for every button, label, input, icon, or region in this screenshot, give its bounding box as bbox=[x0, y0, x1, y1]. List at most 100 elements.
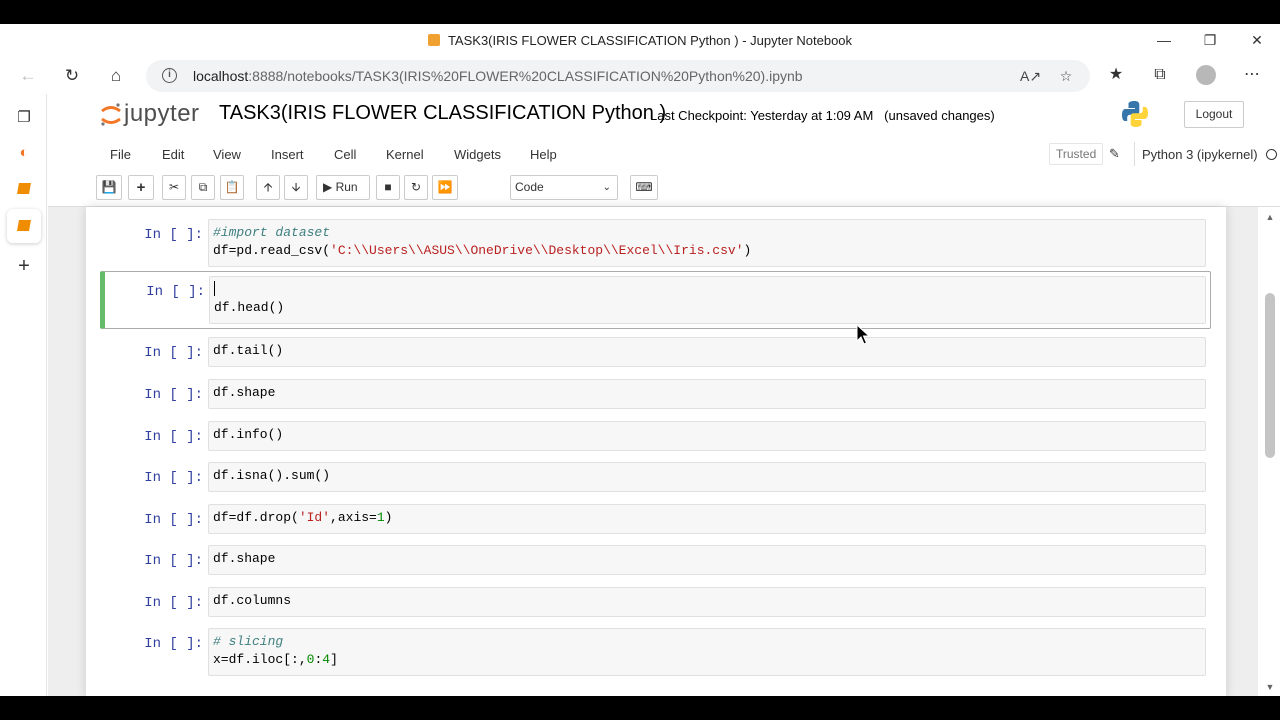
browser-window: TASK3(IRIS FLOWER CLASSIFICATION Python … bbox=[0, 24, 1280, 696]
checkpoint-status: Last Checkpoint: Yesterday at 1:09 AM (u… bbox=[650, 108, 995, 123]
restart-run-all-button[interactable]: ⏩ bbox=[432, 175, 458, 200]
menu-kernel[interactable]: Kernel bbox=[386, 147, 424, 162]
code-line: # slicing bbox=[213, 634, 284, 649]
favorites-icon[interactable]: ★ bbox=[1105, 64, 1127, 86]
tab-actions-icon[interactable]: ❐ bbox=[12, 106, 36, 130]
jupyter-tab-icon[interactable]: ◐ bbox=[12, 141, 36, 165]
insert-cell-button[interactable]: + bbox=[128, 175, 154, 200]
code-line: df.columns bbox=[213, 593, 292, 608]
jupyter-header: jupyter TASK3(IRIS FLOWER CLASSIFICATION… bbox=[48, 94, 1280, 136]
command-palette-button[interactable]: ⌨ bbox=[630, 175, 658, 200]
code-cell[interactable]: In [ ]: #import dataset df=pd.read_csv('… bbox=[98, 219, 1210, 267]
code-cell[interactable]: In [ ]: df.info() bbox=[98, 421, 1210, 451]
code-cell[interactable]: In [ ]: df=df.drop('Id',axis=1) bbox=[98, 504, 1210, 534]
paste-button[interactable]: 📋 bbox=[220, 175, 244, 200]
menu-cell[interactable]: Cell bbox=[334, 147, 356, 162]
collections-icon[interactable]: ⧉ bbox=[1149, 64, 1171, 86]
copy-button[interactable]: ⧉ bbox=[191, 175, 215, 200]
code-cell[interactable]: In [ ]: df.tail() bbox=[98, 337, 1210, 367]
code-cell[interactable]: In [ ]: df.isna().sum() bbox=[98, 462, 1210, 492]
scroll-up-icon[interactable]: ▲ bbox=[1264, 211, 1276, 223]
jupyter-favicon-icon bbox=[427, 34, 440, 46]
jupyter-logo-icon bbox=[101, 103, 121, 126]
code-editor[interactable]: #import dataset df=pd.read_csv('C:\\User… bbox=[208, 219, 1206, 267]
code-editor[interactable]: df.shape bbox=[208, 545, 1206, 575]
menu-edit[interactable]: Edit bbox=[162, 147, 184, 162]
menu-view[interactable]: View bbox=[213, 147, 241, 162]
cell-prompt: In [ ]: bbox=[144, 227, 203, 243]
minimize-icon[interactable]: — bbox=[1153, 30, 1175, 50]
new-tab-plus-icon[interactable]: + bbox=[12, 254, 36, 278]
close-icon[interactable]: ✕ bbox=[1246, 30, 1268, 50]
profile-avatar[interactable] bbox=[1196, 65, 1216, 85]
code-line: df.shape bbox=[213, 551, 276, 566]
screen: TASK3(IRIS FLOWER CLASSIFICATION Python … bbox=[0, 0, 1280, 720]
cell-prompt: In [ ]: bbox=[144, 636, 203, 652]
notebook-title[interactable]: TASK3(IRIS FLOWER CLASSIFICATION Python … bbox=[219, 102, 666, 125]
logout-button[interactable]: Logout bbox=[1184, 101, 1244, 128]
menu-widgets[interactable]: Widgets bbox=[454, 147, 501, 162]
python-logo-icon bbox=[1122, 101, 1148, 127]
menu-help[interactable]: Help bbox=[530, 147, 557, 162]
run-button[interactable]: ▶ Run bbox=[316, 175, 370, 200]
cell-prompt: In [ ]: bbox=[144, 595, 203, 611]
code-cell[interactable]: In [ ]: # slicing x=df.iloc[:,0:4] bbox=[98, 628, 1210, 676]
read-aloud-icon[interactable]: A↗ bbox=[1020, 66, 1041, 86]
notebook-active-tab-icon[interactable] bbox=[12, 214, 36, 238]
back-arrow-icon[interactable]: ← bbox=[16, 64, 40, 88]
navigation-bar: ← ↻ ⌂ i localhost:8888/notebooks/TASK3(I… bbox=[0, 58, 1280, 94]
jupyter-logo-text: jupyter bbox=[124, 100, 200, 127]
window-title-text: TASK3(IRIS FLOWER CLASSIFICATION Python … bbox=[447, 33, 853, 48]
add-favorite-icon[interactable]: ☆ bbox=[1056, 66, 1076, 86]
code-line: df.head() bbox=[214, 299, 285, 315]
cell-prompt: In [ ]: bbox=[144, 429, 203, 445]
code-editor[interactable]: # slicing x=df.iloc[:,0:4] bbox=[208, 628, 1206, 676]
code-editor[interactable]: df.isna().sum() bbox=[208, 462, 1206, 492]
code-line: df=pd.read_csv('C:\\Users\\ASUS\\OneDriv… bbox=[213, 242, 752, 258]
kernel-idle-indicator-icon bbox=[1266, 149, 1277, 160]
site-info-icon[interactable]: i bbox=[162, 68, 177, 83]
refresh-icon[interactable]: ↻ bbox=[60, 64, 84, 88]
chevron-down-icon: ⌄ bbox=[602, 182, 611, 193]
code-cell[interactable]: In [ ]: df.shape bbox=[98, 545, 1210, 575]
restore-icon[interactable]: ❐ bbox=[1199, 30, 1221, 50]
code-line bbox=[214, 281, 1201, 299]
url-text[interactable]: localhost:8888/notebooks/TASK3(IRIS%20FL… bbox=[193, 68, 803, 84]
more-options-icon[interactable]: ⋯ bbox=[1241, 64, 1263, 86]
trusted-indicator[interactable]: Trusted bbox=[1049, 143, 1104, 165]
cut-button[interactable]: ✂ bbox=[162, 175, 186, 200]
save-button[interactable]: 💾 bbox=[96, 175, 122, 200]
move-up-button[interactable]: 🡩 bbox=[256, 175, 280, 200]
code-editor[interactable]: df.tail() bbox=[208, 337, 1206, 367]
code-cell[interactable]: In [ ]: df.columns bbox=[98, 587, 1210, 617]
code-editor[interactable]: df.columns bbox=[208, 587, 1206, 617]
kernel-name[interactable]: Python 3 (ipykernel) bbox=[1142, 147, 1258, 162]
page-scrollbar[interactable]: ▲ ▼ bbox=[1258, 207, 1280, 696]
restart-kernel-button[interactable]: ↻ bbox=[404, 175, 428, 200]
cell-prompt: In [ ]: bbox=[144, 470, 203, 486]
home-icon[interactable]: ⌂ bbox=[104, 64, 128, 88]
edit-mode-pencil-icon: ✎ bbox=[1109, 146, 1120, 161]
interrupt-kernel-button[interactable]: ■ bbox=[376, 175, 400, 200]
code-editor[interactable]: df.head() bbox=[209, 276, 1206, 324]
code-editor[interactable]: df=df.drop('Id',axis=1) bbox=[208, 504, 1206, 534]
code-editor[interactable]: df.shape bbox=[208, 379, 1206, 409]
code-line: df.tail() bbox=[213, 343, 284, 358]
code-line: df=df.drop('Id',axis=1) bbox=[213, 510, 393, 525]
menu-insert[interactable]: Insert bbox=[271, 147, 304, 162]
code-editor[interactable]: df.info() bbox=[208, 421, 1206, 451]
notebook-container: In [ ]: #import dataset df=pd.read_csv('… bbox=[86, 207, 1226, 696]
code-line: #import dataset bbox=[213, 225, 331, 240]
move-down-button[interactable]: 🡫 bbox=[284, 175, 308, 200]
scroll-down-icon[interactable]: ▼ bbox=[1264, 681, 1276, 693]
notebook-tab-icon[interactable] bbox=[12, 177, 36, 201]
cell-prompt: In [ ]: bbox=[144, 387, 203, 403]
cell-prompt: In [ ]: bbox=[146, 284, 205, 300]
code-cell-selected[interactable]: In [ ]: df.head() bbox=[100, 271, 1211, 329]
cell-type-select[interactable]: Code ⌄ bbox=[510, 175, 618, 200]
address-bar[interactable]: i localhost:8888/notebooks/TASK3(IRIS%20… bbox=[146, 60, 1090, 92]
menu-file[interactable]: File bbox=[110, 147, 131, 162]
scroll-thumb[interactable] bbox=[1265, 293, 1275, 458]
code-cell[interactable]: In [ ]: df.shape bbox=[98, 379, 1210, 409]
jupyter-logo[interactable]: jupyter bbox=[100, 100, 210, 130]
